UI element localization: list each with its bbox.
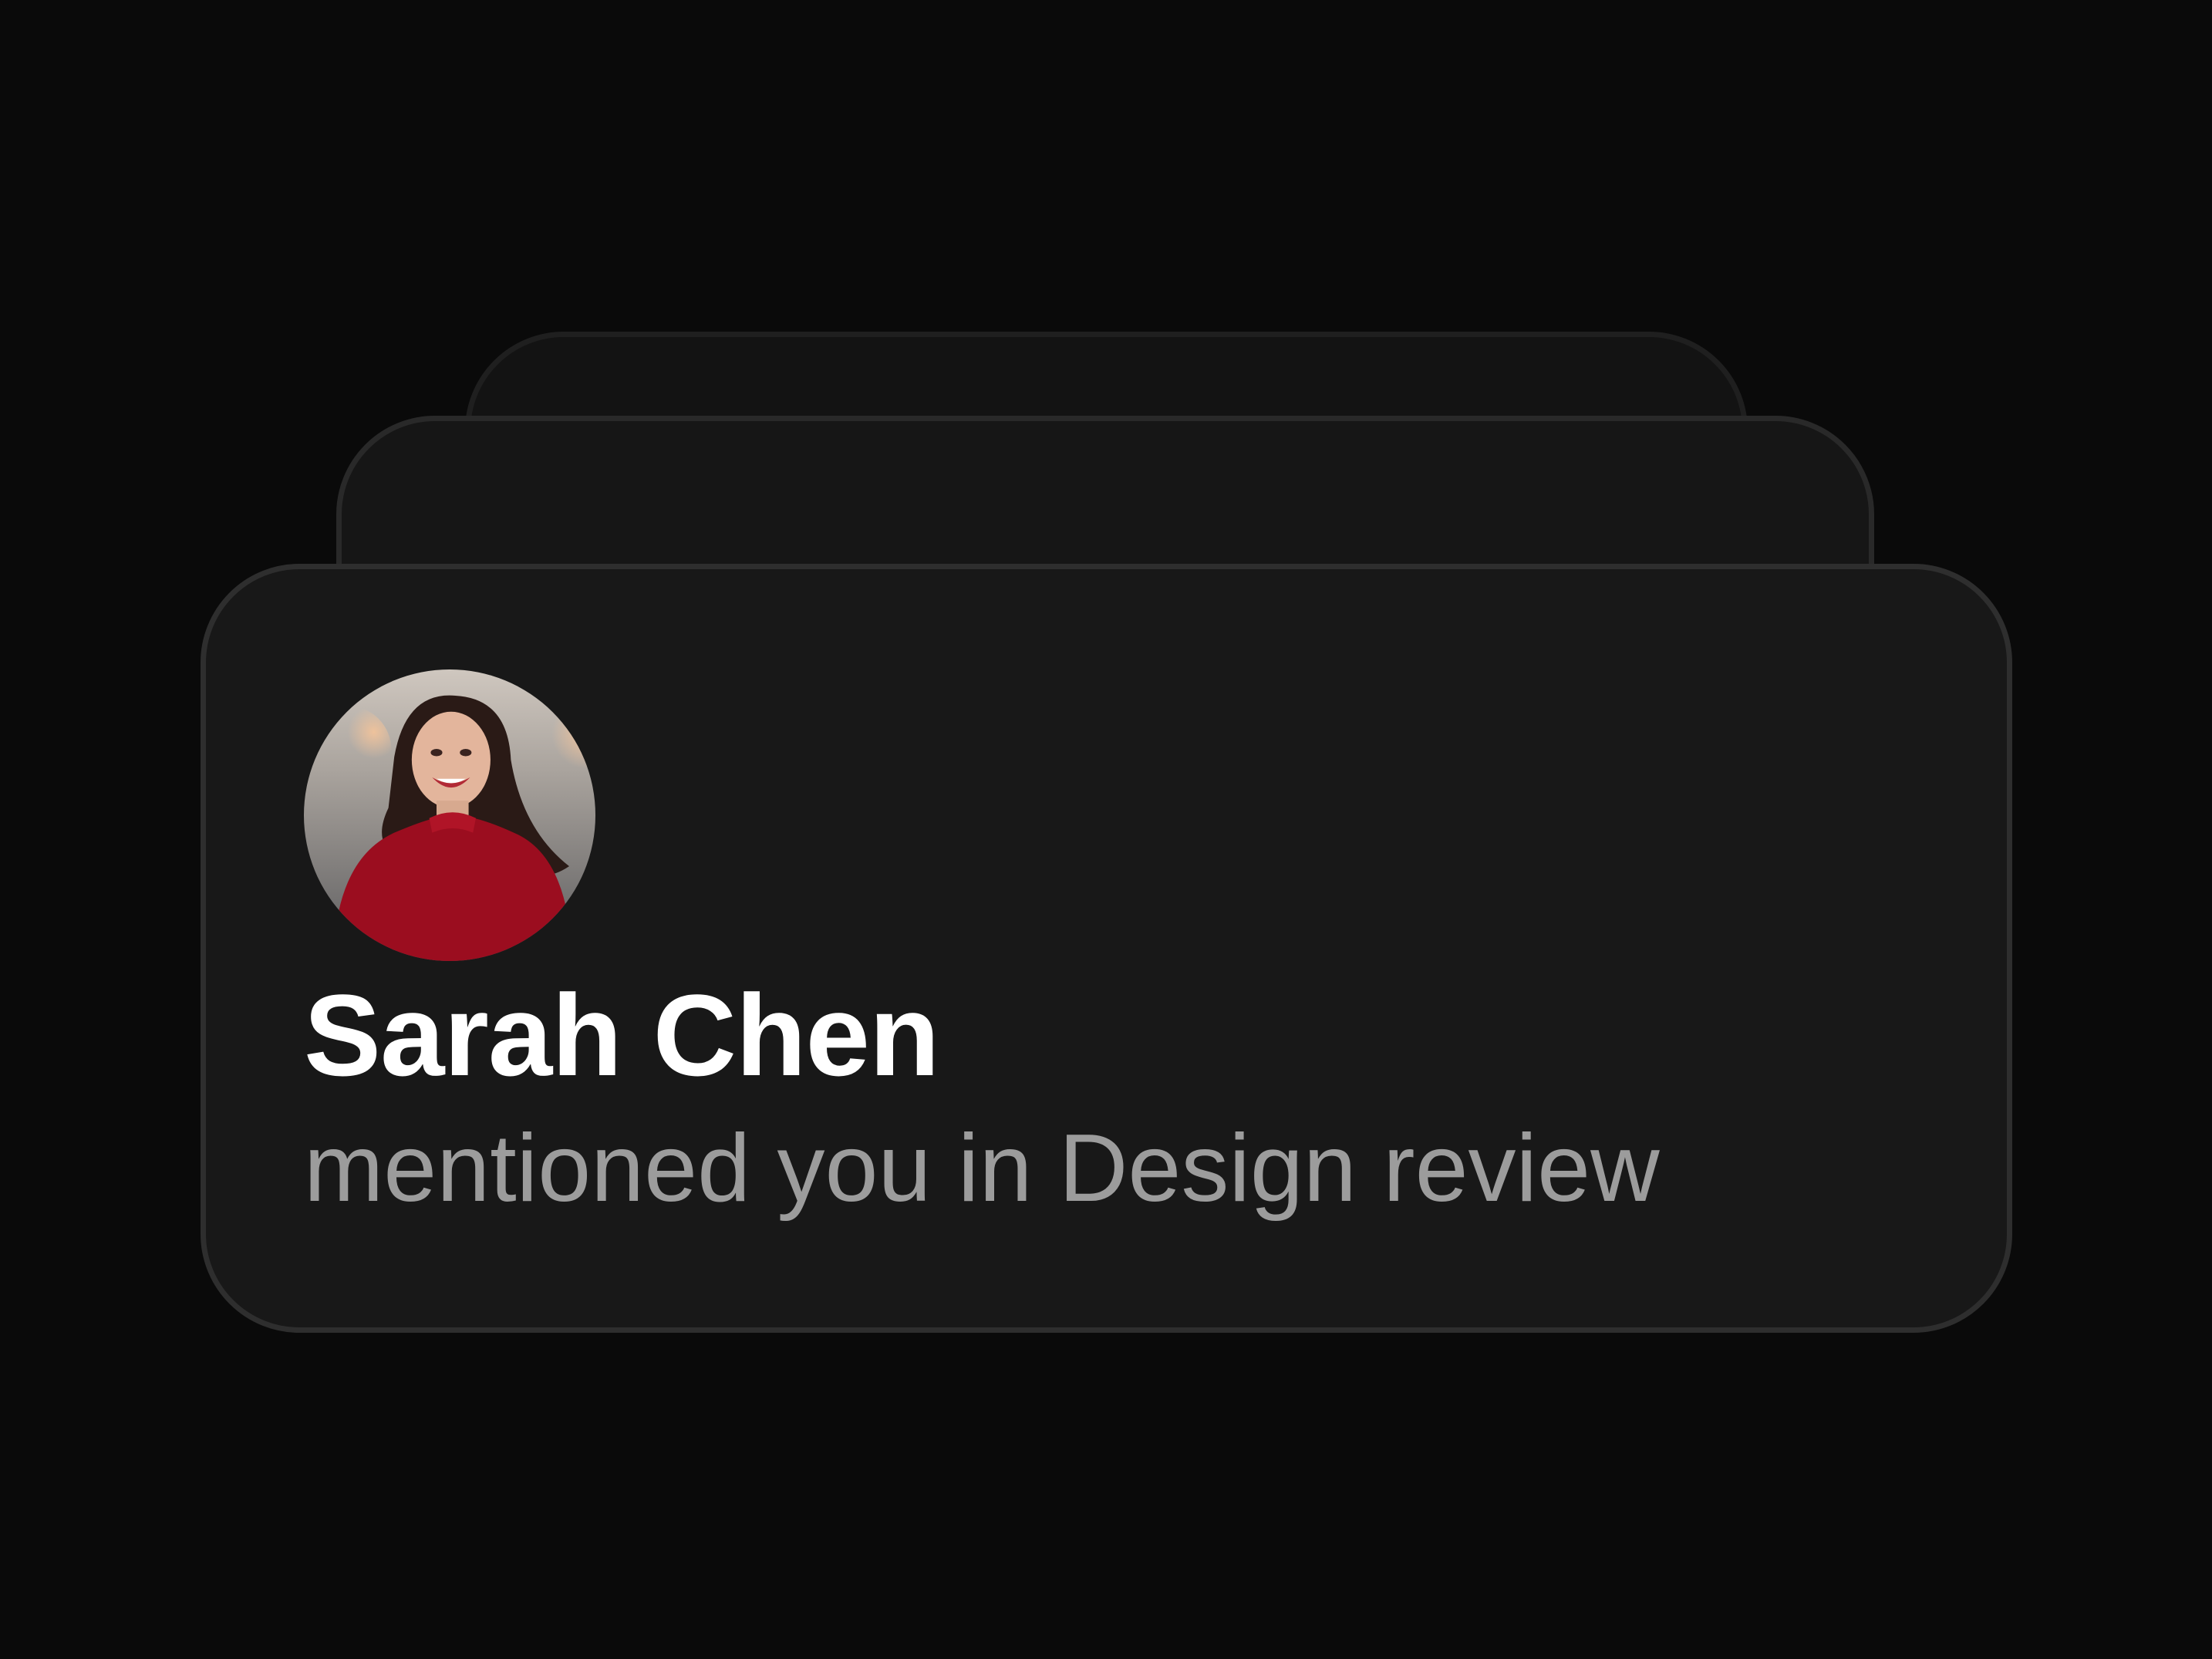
- sender-name: Sarah Chen: [304, 970, 940, 1100]
- notification-message: mentioned you in Design review: [304, 1115, 1660, 1222]
- avatar: [304, 669, 595, 961]
- avatar-photo-icon: [304, 669, 595, 961]
